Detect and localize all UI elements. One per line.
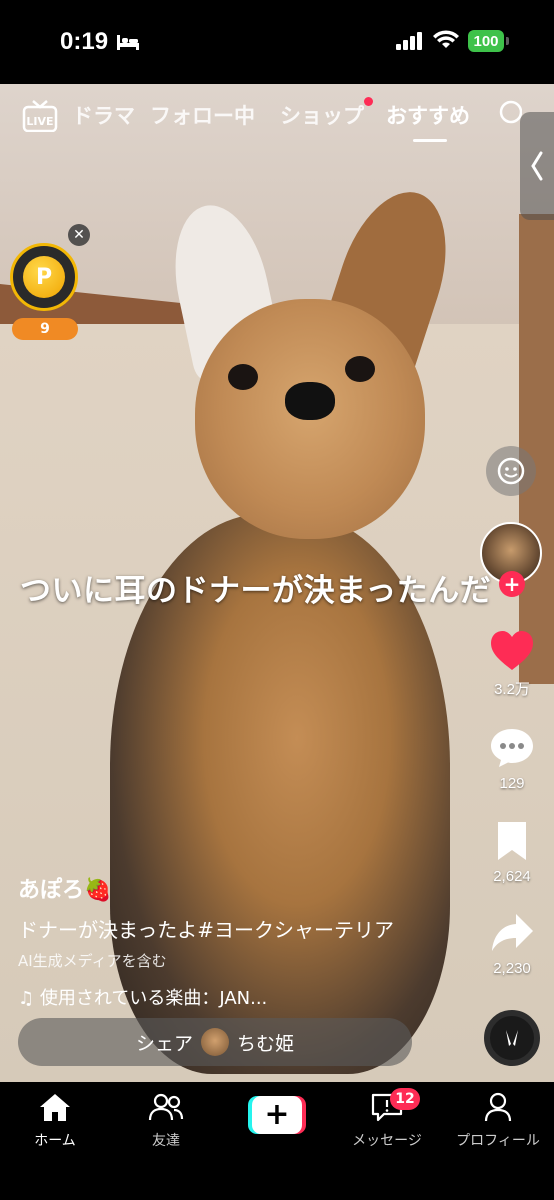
active-tab-underline [413,139,447,142]
heart-icon [491,631,533,670]
emoji-reaction-button[interactable] [486,446,536,496]
live-icon[interactable]: LIVE [22,100,58,132]
video-description[interactable]: ドナーが決まったよ#ヨークシャーテリア [18,914,394,943]
status-bar: 0:19 100 [0,0,554,84]
shop-notification-dot [364,97,373,106]
comment-icon [491,729,533,767]
dog-nose [285,382,335,420]
battery-tip [506,37,509,45]
share-arrow-icon [492,914,533,951]
tab-for-you[interactable]: おすすめ [386,100,470,130]
battery-indicator: 100 [468,30,504,52]
share-user-avatar [201,1028,229,1056]
coin-widget[interactable]: P [10,243,78,311]
signal-icon [396,32,422,50]
side-panel-handle[interactable] [520,112,554,220]
share-user-name: ちむ姫 [237,1032,295,1055]
like-count: 3.2万 [494,681,530,698]
status-time: 0:19 [60,28,109,55]
like-button[interactable]: 3.2万 [482,630,542,699]
creator-username[interactable]: あぽろ🍓 [18,872,111,904]
share-button[interactable]: 2,230 [482,912,542,977]
comment-count: 129 [499,775,525,792]
bookmark-button[interactable]: 2,624 [482,820,542,885]
coin-close-button[interactable]: ✕ [68,224,90,246]
dog-eye-right [345,356,375,382]
nav-friends[interactable]: 友達 [121,1092,211,1150]
comment-button[interactable]: 129 [482,727,542,792]
coin-count: 9 [12,318,78,340]
follow-button[interactable]: + [499,571,525,597]
bookmark-count: 2,624 [493,868,531,885]
chevron-left-icon [531,151,543,181]
live-label: LIVE [26,115,53,128]
share-count: 2,230 [493,960,531,977]
music-disc[interactable] [484,1010,540,1066]
nav-profile-label: プロフィール [456,1133,540,1149]
share-suggestion-bar[interactable]: シェア ちむ姫 [18,1018,412,1066]
video-overlay-text: ついに耳のドナーが決まったんだ [20,573,492,609]
tab-following[interactable]: フォロー中 [150,100,255,130]
wifi-icon [433,30,459,48]
tab-shop[interactable]: ショップ [280,100,364,130]
create-plus-icon: + [252,1096,302,1134]
music-note-icon: ♫ [18,988,35,1009]
profile-icon [484,1092,512,1122]
search-icon[interactable] [498,100,522,128]
dog-eye-left [228,364,258,390]
nav-messages-label: メッセージ [352,1133,422,1149]
nav-friends-label: 友達 [152,1133,180,1149]
nav-home-label: ホーム [34,1133,76,1149]
nav-home[interactable]: ホーム [10,1092,100,1150]
coin-icon: P [23,256,65,298]
home-icon [40,1094,70,1121]
bed-icon [117,35,139,50]
ai-generated-label: AI生成メディアを含む [18,952,167,970]
message-badge: 12 [390,1088,420,1110]
nav-profile[interactable]: プロフィール [453,1092,543,1150]
friends-icon [148,1093,184,1121]
share-label: シェア [135,1032,193,1055]
music-disc-logo-icon [506,1030,518,1046]
bookmark-icon [498,822,526,860]
music-title: 使用されている楽曲：JAN... [39,988,268,1009]
music-info[interactable]: ♫ 使用されている楽曲：JAN... [18,984,267,1010]
smiley-icon [497,457,525,485]
tab-drama[interactable]: ドラマ [72,100,135,130]
create-button[interactable]: + [248,1096,306,1134]
